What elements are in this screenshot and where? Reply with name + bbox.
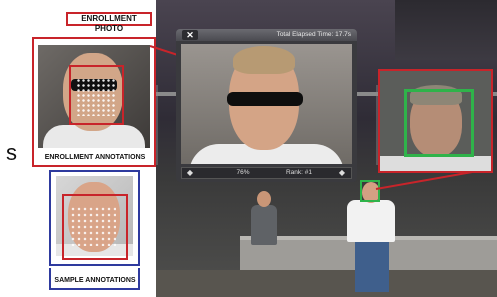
enrollment-annotations-label: ENROLLMENT ANNOTATIONS <box>44 154 146 161</box>
slide-text-fragment: s <box>6 140 17 165</box>
matched-face-photo <box>181 44 352 164</box>
matched-hair <box>233 46 295 74</box>
screenshot-stage: s ENROLLMENT ANNOTATIONS ENROLLMENT PHOT… <box>0 0 497 297</box>
match-window-footer <box>181 167 352 179</box>
subject-detection-box[interactable] <box>360 180 380 202</box>
enrollment-landmark-points <box>76 78 116 116</box>
diamond-right-icon[interactable]: ◆ <box>336 167 348 179</box>
match-score: 76% <box>236 169 250 176</box>
match-result-window: ✕ Total Elapsed Time: 17.7s ◆ 76% Rank: … <box>176 29 357 182</box>
bystander-body <box>251 205 277 245</box>
subject-body <box>347 200 395 242</box>
match-window-title: Total Elapsed Time: 17.7s <box>276 31 351 38</box>
zoom-face-detection-box <box>404 89 474 157</box>
close-icon[interactable]: ✕ <box>182 30 198 40</box>
enrollment-photo-label: ENROLLMENT PHOTO <box>66 12 152 33</box>
sample-annotations-label: SAMPLE ANNOTATIONS <box>54 277 136 284</box>
sample-landmark-points <box>70 206 116 246</box>
scene-background-decor <box>395 0 497 60</box>
bystander-head <box>257 191 271 207</box>
subject-legs <box>355 240 389 292</box>
ground <box>156 270 497 297</box>
diamond-left-icon[interactable]: ◆ <box>184 167 196 179</box>
match-rank: Rank: #1 <box>285 169 313 176</box>
matched-sunglasses <box>227 92 303 106</box>
zoom-shirt <box>380 156 491 171</box>
